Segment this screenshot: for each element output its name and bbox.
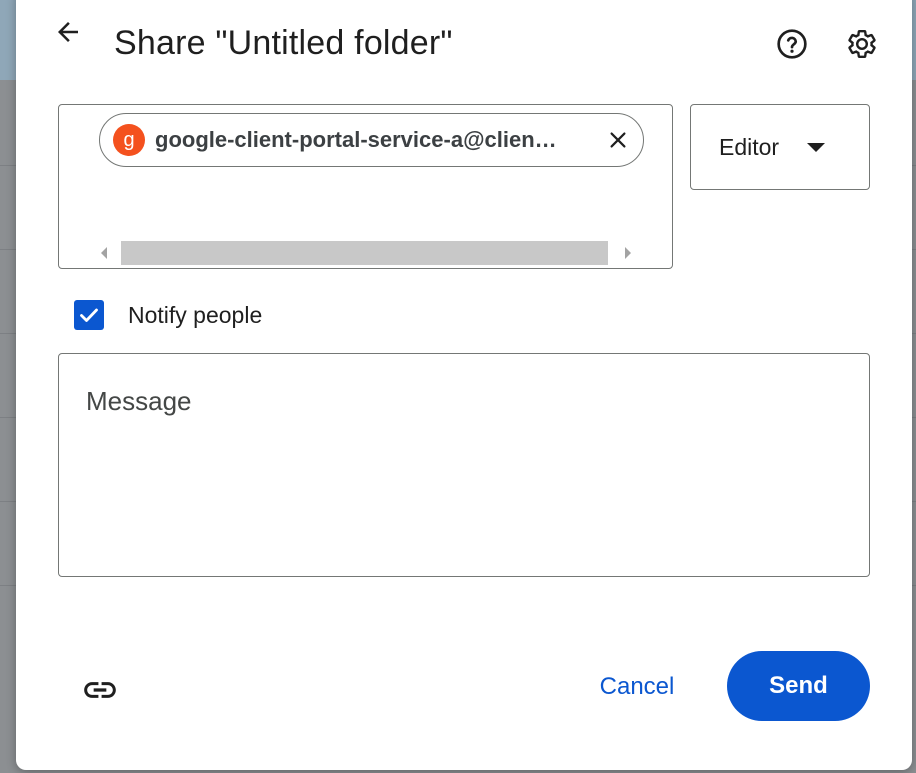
checkmark-icon — [80, 308, 98, 322]
recipient-avatar: g — [113, 124, 145, 156]
close-icon — [610, 132, 626, 148]
notify-checkbox[interactable] — [74, 300, 104, 330]
role-dropdown[interactable]: Editor — [690, 104, 870, 190]
recipient-chip[interactable]: g google-client-portal-service-a@clien… — [99, 113, 644, 167]
copy-link-button[interactable] — [78, 668, 122, 712]
horizontal-scrollbar[interactable] — [101, 241, 631, 265]
share-dialog: Share "Untitled folder" g google-client-… — [16, 0, 912, 770]
arrow-left-icon — [58, 22, 78, 42]
send-button[interactable]: Send — [727, 651, 870, 721]
message-field[interactable] — [58, 353, 870, 577]
dialog-title: Share "Untitled folder" — [114, 24, 453, 62]
cancel-button[interactable]: Cancel — [582, 658, 692, 716]
notify-label: Notify people — [128, 301, 263, 328]
help-circle-icon — [777, 29, 807, 59]
help-button[interactable] — [774, 26, 810, 62]
settings-button[interactable] — [844, 26, 880, 62]
recipient-email: google-client-portal-service-a@clien… — [155, 127, 557, 152]
role-selected-label: Editor — [719, 133, 780, 160]
scroll-right-arrow[interactable] — [625, 247, 631, 259]
remove-recipient-button[interactable] — [604, 126, 632, 154]
back-button[interactable] — [50, 14, 86, 50]
recipients-input[interactable]: g google-client-portal-service-a@clien… — [58, 104, 673, 269]
gear-icon — [848, 30, 876, 58]
notify-people-option[interactable]: Notify people — [74, 300, 262, 330]
scrollbar-thumb[interactable] — [121, 241, 608, 265]
scroll-left-arrow[interactable] — [101, 247, 107, 259]
caret-down-icon — [807, 142, 826, 152]
link-icon — [84, 682, 116, 698]
